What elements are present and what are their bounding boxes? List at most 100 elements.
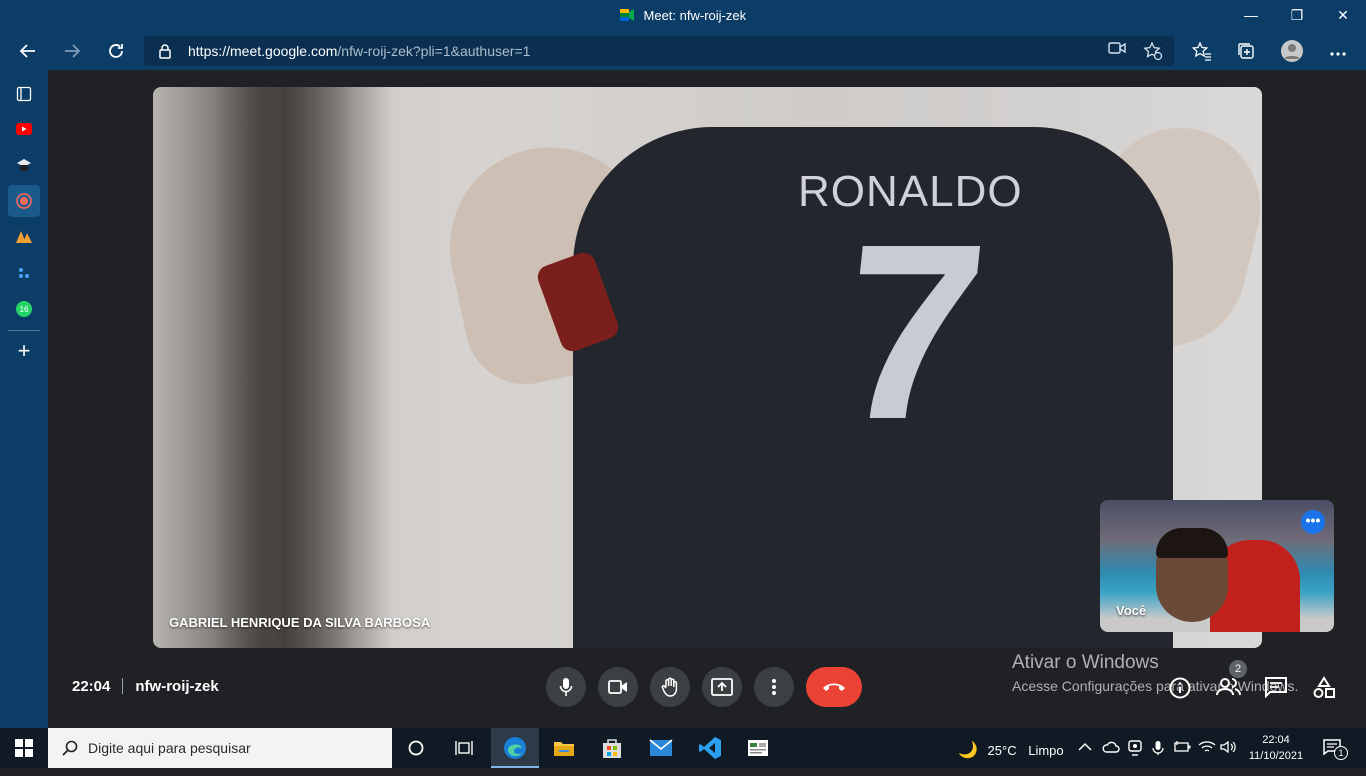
task-view-icon <box>455 741 473 755</box>
add-favorite-icon <box>1143 41 1163 61</box>
collections-button[interactable] <box>1230 35 1262 67</box>
collections-icon <box>1238 43 1254 59</box>
meeting-time: 22:04 <box>72 678 111 695</box>
back-icon <box>19 44 35 58</box>
profile-button[interactable] <box>1276 35 1308 67</box>
taskbar-search[interactable]: Digite aqui para pesquisar <box>48 728 392 768</box>
tab-actions-icon <box>16 86 32 102</box>
activities-button[interactable] <box>1312 676 1336 700</box>
mail-icon <box>649 739 673 756</box>
info-icon <box>1169 677 1191 699</box>
camera-toggle-icon <box>608 680 627 694</box>
microphone-button[interactable] <box>546 667 586 707</box>
pwa-icon <box>16 231 32 243</box>
restore-button[interactable]: ❐ <box>1274 0 1320 32</box>
raise-hand-icon <box>661 677 678 697</box>
add-favorite-button[interactable] <box>1142 41 1164 61</box>
clock-date: 11/10/2021 <box>1248 750 1304 762</box>
people-button[interactable] <box>1216 676 1241 700</box>
taskbar-vscode[interactable] <box>686 728 734 768</box>
minimize-button[interactable]: — <box>1228 0 1274 32</box>
activation-title: Ativar o Windows <box>1012 652 1159 673</box>
youtube-icon <box>16 123 32 135</box>
sidebar-item-whatsapp[interactable]: 16 <box>8 293 40 325</box>
activation-subtitle: Acesse Configurações para ativar o Windo… <box>1012 678 1299 694</box>
address-bar[interactable]: https://meet.google.com/nfw-roij-zek?pli… <box>144 36 1174 66</box>
taskbar-edge[interactable] <box>491 728 539 768</box>
forward-button[interactable] <box>56 35 88 67</box>
camera-icon <box>1108 42 1126 54</box>
url-text[interactable]: https://meet.google.com/nfw-roij-zek?pli… <box>188 43 530 59</box>
raise-hand-button[interactable] <box>650 667 690 707</box>
self-video-hair <box>1156 528 1228 558</box>
taskbar-store[interactable] <box>588 728 636 768</box>
clock-time: 22:04 <box>1262 734 1290 746</box>
people-icon <box>1216 678 1241 696</box>
sidebar-item-youtube[interactable] <box>8 113 40 145</box>
weather-temp: 25°C <box>987 743 1017 758</box>
shirt-number-text: 7 <box>828 192 997 471</box>
tray-microphone[interactable] <box>1152 740 1164 759</box>
tray-battery[interactable] <box>1174 740 1192 757</box>
tray-overflow-button[interactable] <box>1078 740 1092 755</box>
lock-icon[interactable] <box>158 43 172 59</box>
cortana-button[interactable] <box>392 728 440 768</box>
taskbar-clock[interactable]: 22:04 11/10/2021 <box>1244 732 1308 764</box>
battery-icon <box>1174 741 1191 752</box>
taskbar-app[interactable] <box>734 728 782 768</box>
favorites-button[interactable] <box>1186 35 1218 67</box>
sidebar-item-app[interactable] <box>8 257 40 289</box>
notification-center-button[interactable]: 1 <box>1320 736 1348 760</box>
chat-icon <box>1265 677 1287 699</box>
meeting-info-divider <box>122 678 124 694</box>
windows-activation-watermark: Ativar o Windows Acesse Configurações pa… <box>1012 652 1298 694</box>
self-tile-more-button[interactable]: ••• <box>1301 510 1325 534</box>
settings-more-button[interactable] <box>1322 35 1354 67</box>
sidebar-item-record[interactable] <box>8 185 40 217</box>
edge-icon <box>504 737 526 759</box>
more-vert-icon <box>772 679 776 695</box>
store-icon <box>603 739 621 758</box>
tray-volume[interactable] <box>1220 740 1238 757</box>
meeting-details-button[interactable] <box>1168 676 1192 700</box>
app-icon <box>19 268 29 278</box>
tray-wifi[interactable] <box>1198 740 1216 757</box>
end-call-button[interactable] <box>806 667 862 707</box>
more-icon <box>1330 52 1346 56</box>
window-title-area: Meet: nfw-roij-zek <box>0 8 1366 23</box>
browser-toolbar: https://meet.google.com/nfw-roij-zek?pli… <box>0 32 1366 70</box>
sidebar-add-button[interactable]: + <box>8 335 40 367</box>
task-view-button[interactable] <box>440 728 488 768</box>
participant-video-tile[interactable]: RONALDO 7 GABRIEL HENRIQUE DA SILVA BARB… <box>153 87 1262 648</box>
windows-logo-icon <box>15 739 33 757</box>
present-screen-button[interactable] <box>702 667 742 707</box>
camera-button[interactable] <box>598 667 638 707</box>
url-host: https://meet.google.com <box>188 43 338 59</box>
refresh-button[interactable] <box>100 35 132 67</box>
tray-meet-camera[interactable] <box>1128 740 1142 759</box>
moon-icon: 🌙 <box>958 742 978 759</box>
start-button[interactable] <box>0 728 48 768</box>
sidebar-item-classroom[interactable] <box>8 149 40 181</box>
people-count-badge: 2 <box>1229 660 1247 678</box>
volume-icon <box>1220 740 1236 754</box>
tray-network-cloud[interactable] <box>1102 740 1120 757</box>
folder-icon <box>554 742 574 756</box>
sidebar-item-pwa[interactable] <box>8 221 40 253</box>
camera-in-use-button[interactable] <box>1106 41 1128 61</box>
sidebar-item-tab-actions[interactable] <box>8 78 40 110</box>
meeting-code[interactable]: nfw-roij-zek <box>135 678 218 695</box>
taskbar-file-explorer[interactable] <box>540 728 588 768</box>
close-button[interactable]: ✕ <box>1320 0 1366 32</box>
more-options-button[interactable] <box>754 667 794 707</box>
self-video-tile[interactable]: ••• Você <box>1100 500 1334 632</box>
meet-logo-icon <box>619 9 634 21</box>
taskbar-mail[interactable] <box>637 728 685 768</box>
cortana-icon <box>408 740 424 756</box>
app-window-icon <box>748 740 768 756</box>
classroom-icon <box>17 159 31 171</box>
back-button[interactable] <box>12 35 44 67</box>
activities-icon <box>1313 676 1335 698</box>
weather-widget[interactable]: 🌙 25°C Limpo <box>958 740 1064 760</box>
chat-button[interactable] <box>1264 676 1288 700</box>
